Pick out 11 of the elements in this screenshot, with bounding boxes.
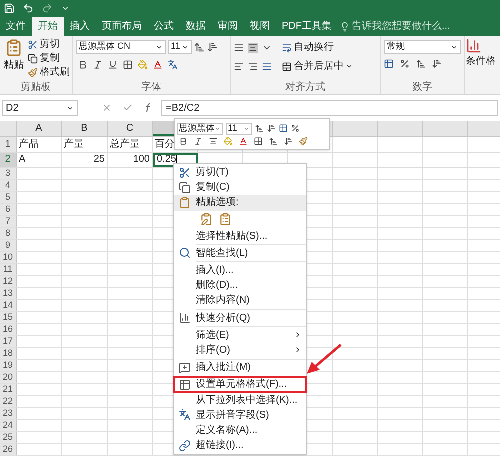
table-cell: 产量 — [62, 137, 108, 152]
group-label: 字体 — [140, 81, 162, 94]
table-cell: 100 — [108, 152, 153, 167]
table-cell: A — [17, 152, 62, 167]
group-label: 数字 — [412, 81, 434, 94]
group-label: 剪贴板 — [20, 81, 52, 94]
menu-header: 粘贴选项: — [174, 195, 306, 211]
group-label: 对齐方式 — [284, 81, 326, 94]
table-cell: 25 — [62, 152, 108, 167]
table-cell: 总产量 — [108, 137, 153, 152]
table-cell: 产品 — [17, 137, 62, 152]
